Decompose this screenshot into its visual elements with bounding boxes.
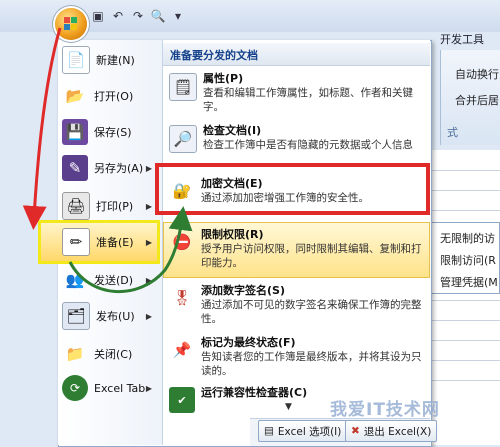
print-preview-icon[interactable]: 🔍 — [150, 8, 166, 24]
submenu-item-properties[interactable]: 🗒 属性(P) 查看和编辑工作簿属性，如标题、作者和关键字。 — [165, 70, 427, 114]
exit-icon: ✖ — [351, 425, 360, 437]
menu-item-open[interactable]: 📂 打开(O) — [62, 80, 160, 112]
signature-ribbon-icon: 🎖 — [172, 289, 192, 307]
worksheet-area — [430, 150, 500, 445]
submenu-arrow-icon: ▶ — [145, 311, 152, 321]
menu-item-print[interactable]: 🖨 打印(P) ▶ — [62, 190, 160, 222]
submenu-item-mark-final[interactable]: 📌 标记为最终状态(F) 告知读者您的工作簿是最终版本，并将其设为只读的。 — [165, 334, 427, 378]
menu-item-excel-tab[interactable]: ⟳ Excel Tab ▶ — [62, 372, 160, 404]
excel-tab-icon: ⟳ — [62, 375, 88, 401]
customize-dropdown-icon[interactable]: ▾ — [170, 8, 186, 24]
send-people-icon: 👥 — [65, 271, 85, 289]
publish-icon: 🗂 — [62, 302, 90, 330]
office-logo-icon — [64, 17, 70, 23]
menu-item-save[interactable]: 💾 保存(S) — [62, 116, 160, 148]
new-document-icon: 📄 — [62, 46, 90, 74]
submenu-item-restrict[interactable]: ⛔ 限制权限(R) 授予用户访问权限，同时限制其编辑、复制和打印能力。 — [165, 226, 427, 270]
submenu-arrow-icon: ▶ — [145, 163, 152, 173]
inspect-document-icon: 🔎 — [169, 125, 197, 153]
ribbon-group-label: 式 — [447, 126, 458, 139]
submenu-header-title: 准备要分发的文档 — [170, 49, 258, 62]
printer-icon: 🖨 — [62, 192, 90, 220]
unrestricted-access-item[interactable]: 无限制的访 — [440, 230, 495, 246]
menu-item-new[interactable]: 📄 新建(N) — [62, 44, 160, 76]
properties-icon: 🗒 — [169, 73, 197, 101]
submenu-item-digital-signature[interactable]: 🎖 添加数字签名(S) 通过添加不可见的数字签名来确保工作簿的完整性。 — [165, 282, 427, 326]
options-icon: ▤ — [264, 425, 274, 437]
floppy-disk-icon: 💾 — [62, 119, 88, 145]
menu-item-save-as[interactable]: ✎ 另存为(A) ▶ — [62, 152, 160, 184]
redo-icon[interactable]: ↷ — [130, 8, 146, 24]
compatibility-checker-icon: ✔ — [169, 387, 195, 413]
wrap-text-button[interactable]: 自动换行 — [455, 66, 499, 82]
tab-developer[interactable]: 开发工具 — [440, 31, 484, 47]
mark-final-icon: 📌 — [172, 341, 192, 359]
submenu-arrow-icon: ▶ — [145, 201, 152, 211]
close-folder-icon: 📁 — [65, 345, 85, 363]
submenu-arrow-icon: ▶ — [145, 237, 152, 247]
menu-item-close[interactable]: 📁 关闭(C) — [62, 338, 160, 370]
watermark-text: 我爱IT技术网 — [330, 400, 440, 420]
office-button[interactable] — [55, 8, 87, 40]
restrict-permission-icon: ⛔ — [172, 233, 192, 251]
undo-icon[interactable]: ↶ — [110, 8, 126, 24]
submenu-item-inspect[interactable]: 🔎 检查文档(I) 检查工作簿中是否有隐藏的元数据或个人信息 — [165, 122, 427, 153]
restricted-access-item[interactable]: 限制访问(R — [440, 252, 496, 268]
scroll-down-icon[interactable]: ▼ — [285, 402, 292, 412]
quick-access-toolbar: ▣ ↶ ↷ 🔍 ▾ — [90, 6, 186, 26]
submenu-arrow-icon: ▶ — [145, 383, 152, 393]
save-icon[interactable]: ▣ — [90, 8, 106, 24]
menu-item-send[interactable]: 👥 发送(D) ▶ — [62, 264, 160, 296]
menu-item-prepare[interactable]: ✏ 准备(E) ▶ — [62, 226, 160, 258]
excel-options-button[interactable]: ▤ Excel 选项(I) — [258, 420, 348, 442]
menu-item-publish[interactable]: 🗂 发布(U) ▶ — [62, 300, 160, 332]
merge-center-button[interactable]: 合并后居 — [455, 92, 499, 108]
manage-credentials-item[interactable]: 管理凭据(M — [440, 274, 498, 290]
submenu-arrow-icon: ▶ — [145, 275, 152, 285]
save-as-icon: ✎ — [62, 155, 88, 181]
exit-excel-button[interactable]: ✖ 退出 Excel(X) — [345, 420, 438, 442]
prepare-pen-icon: ✏ — [62, 228, 90, 256]
folder-open-icon: 📂 — [65, 87, 85, 105]
encrypt-highlight-box — [155, 163, 430, 215]
